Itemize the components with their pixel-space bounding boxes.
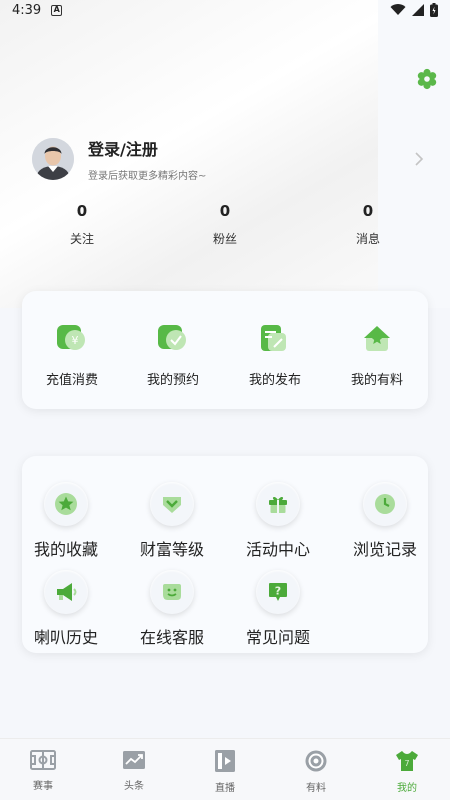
default-avatar-icon <box>32 138 74 180</box>
question-icon: ? <box>269 583 287 601</box>
appointment-button[interactable]: 我的预约 <box>123 323 223 388</box>
publish-button[interactable]: 我的发布 <box>225 323 325 388</box>
stat-label: 消息 <box>355 232 380 246</box>
activity-center-button[interactable]: 活动中心 <box>228 482 328 560</box>
content-icon <box>305 750 327 772</box>
grid-item-label: 我的发布 <box>248 373 301 388</box>
publish-icon <box>261 325 286 351</box>
tab-live[interactable]: 直播 <box>195 749 255 794</box>
battery-icon <box>430 3 438 17</box>
feature-label: 喇叭历史 <box>33 628 98 647</box>
live-icon <box>215 750 235 772</box>
headline-icon <box>123 751 145 769</box>
customer-service-button[interactable]: 在线客服 <box>122 570 222 648</box>
stat-label: 粉丝 <box>212 232 237 246</box>
bottom-tab-bar: 赛事 头条 直播 有料 7 我的 <box>0 738 450 800</box>
profile-tab-icon: 7 <box>396 751 418 771</box>
star-icon <box>55 493 77 515</box>
svg-text:¥: ¥ <box>72 334 79 347</box>
recharge-icon: ¥ <box>57 325 85 350</box>
quick-actions-card: ¥ 充值消费 我的预约 我的发布 我的有料 <box>22 291 428 409</box>
my-content-icon <box>364 326 390 351</box>
customer-service-icon <box>163 584 181 600</box>
signal-icon <box>412 4 424 16</box>
login-subtitle: 登录后获取更多精彩内容~ <box>88 171 207 182</box>
feature-label: 财富等级 <box>139 540 204 559</box>
tab-label: 我的 <box>397 783 417 794</box>
gift-icon <box>269 496 287 513</box>
tab-label: 头条 <box>124 781 144 792</box>
features-card: 我的收藏 财富等级 活动中心 浏览记录 喇叭历史 在线客服 ? 常见问题 <box>22 456 428 653</box>
faq-button[interactable]: ? 常见问题 <box>228 570 328 648</box>
feature-label: 浏览记录 <box>352 540 417 559</box>
wifi-icon <box>390 4 406 16</box>
tab-content[interactable]: 有料 <box>286 749 346 794</box>
stat-fans[interactable]: 0 粉丝 <box>185 202 265 247</box>
stat-messages[interactable]: 0 消息 <box>328 202 408 247</box>
notification-badge-icon: A <box>51 4 63 16</box>
appointment-icon <box>158 325 186 350</box>
feature-icon-circle <box>363 482 407 526</box>
favorites-button[interactable]: 我的收藏 <box>16 482 116 560</box>
feature-icon-circle <box>150 482 194 526</box>
status-bar: 4:39 A <box>0 0 450 20</box>
grid-item-label: 我的有料 <box>350 373 403 388</box>
stat-label: 关注 <box>69 232 94 246</box>
feature-icon-circle <box>44 570 88 614</box>
feature-icon-circle: ? <box>256 570 300 614</box>
status-time: 4:39 <box>12 2 42 18</box>
stat-value: 0 <box>76 202 88 220</box>
tab-headlines[interactable]: 头条 <box>104 749 164 792</box>
my-content-button[interactable]: 我的有料 <box>327 323 427 388</box>
stat-value: 0 <box>219 202 231 220</box>
tab-label: 直播 <box>215 783 235 794</box>
match-icon <box>30 750 56 770</box>
clock-icon <box>375 494 395 514</box>
tab-matches[interactable]: 赛事 <box>13 749 73 792</box>
feature-label: 在线客服 <box>139 628 204 647</box>
svg-text:?: ? <box>275 585 281 598</box>
tab-label: 有料 <box>306 783 326 794</box>
chevron-right-icon[interactable] <box>414 151 424 167</box>
settings-gear-icon[interactable] <box>416 68 438 90</box>
feature-icon-circle <box>150 570 194 614</box>
grid-item-label: 我的预约 <box>146 373 199 388</box>
recharge-button[interactable]: ¥ 充值消费 <box>22 323 122 388</box>
tab-label: 赛事 <box>33 781 53 792</box>
grid-item-label: 充值消费 <box>45 373 98 388</box>
browse-history-button[interactable]: 浏览记录 <box>335 482 435 560</box>
tab-profile[interactable]: 7 我的 <box>377 749 437 794</box>
feature-label: 常见问题 <box>245 628 310 647</box>
stat-value: 0 <box>362 202 374 220</box>
feature-label: 我的收藏 <box>33 540 98 559</box>
login-register-link[interactable]: 登录/注册 <box>88 136 158 160</box>
wealth-level-button[interactable]: 财富等级 <box>122 482 222 560</box>
feature-label: 活动中心 <box>245 540 310 559</box>
wealth-level-icon <box>163 497 181 513</box>
megaphone-icon <box>57 583 77 601</box>
svg-text:7: 7 <box>404 759 409 768</box>
feature-icon-circle <box>44 482 88 526</box>
avatar[interactable] <box>32 138 74 180</box>
stat-follow[interactable]: 0 关注 <box>42 202 122 247</box>
feature-icon-circle <box>256 482 300 526</box>
speaker-history-button[interactable]: 喇叭历史 <box>16 570 116 648</box>
